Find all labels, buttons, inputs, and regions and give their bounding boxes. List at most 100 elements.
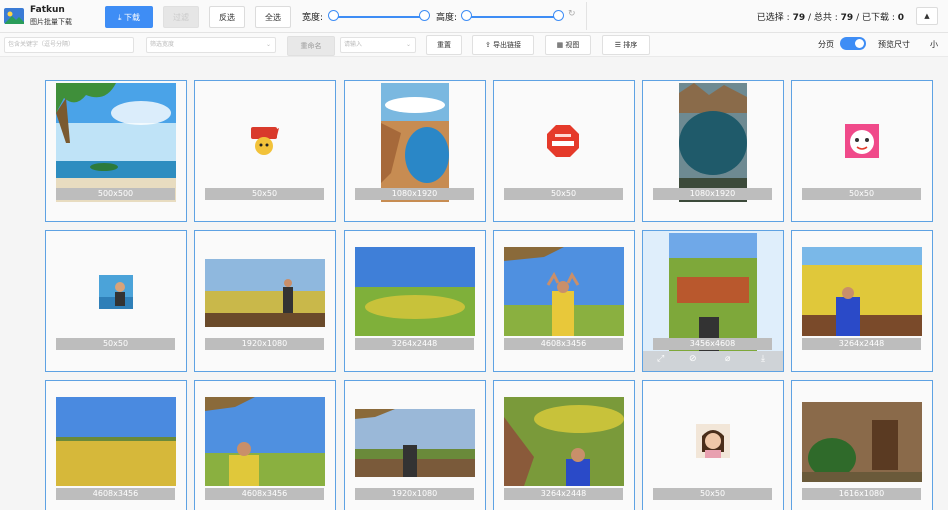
preview-size-value[interactable]: 小 — [930, 39, 938, 50]
height-slider-max-handle[interactable] — [553, 10, 564, 21]
download-icon[interactable]: ⤓ — [761, 354, 765, 364]
image-dimensions: 3264x2448 — [802, 338, 921, 350]
brick-house-image — [802, 402, 922, 482]
view-button[interactable]: ▦ 视图 — [545, 35, 591, 55]
image-card[interactable]: 50x50 — [194, 80, 336, 222]
sort-button[interactable]: ☰ 排序 — [602, 35, 650, 55]
image-card[interactable]: 500x500 — [45, 80, 187, 222]
image-dimensions: 50x50 — [205, 188, 324, 200]
image-card[interactable]: 1920x1080 — [344, 380, 486, 510]
width-slider-max-handle[interactable] — [419, 10, 430, 21]
refresh-icon[interactable]: ↻ — [568, 9, 576, 19]
image-card[interactable]: 1616x1080 — [791, 380, 933, 510]
beach-image — [56, 83, 176, 202]
size-filter-placeholder: 筛选宽度 — [150, 41, 175, 48]
image-card[interactable]: 1080x1920 — [344, 80, 486, 222]
image-card[interactable]: 50x50 — [642, 380, 784, 510]
selected-count: 79 — [792, 13, 806, 23]
chevron-up-icon: ▲ — [924, 12, 930, 20]
selected-label: 已选择 : — [756, 13, 790, 23]
image-dimensions: 1920x1080 — [205, 338, 324, 350]
crop-art-portrait-image — [669, 233, 757, 351]
image-card[interactable]: 3264x2448 — [493, 380, 635, 510]
image-dimensions: 4608x3456 — [56, 488, 175, 500]
image-dimensions: 4608x3456 — [205, 488, 324, 500]
filter-button[interactable]: 过滤 — [163, 6, 199, 28]
image-card[interactable]: 3264x2448 — [791, 230, 933, 372]
image-dimensions: 3264x2448 — [504, 488, 623, 500]
sort-icon: ☰ — [614, 41, 624, 49]
copy-link-icon[interactable]: ⌀ — [725, 354, 730, 364]
app-root: Fatkun 图片批量下载 ⤓ 下载 过滤 反选 全选 宽度: 高度: ↻ 已选… — [0, 0, 948, 510]
width-slider-min-handle[interactable] — [328, 10, 339, 21]
image-card[interactable]: 50x50 — [791, 80, 933, 222]
rename-placeholder: 请输入 — [344, 41, 363, 48]
size-filter-select[interactable]: 筛选宽度 ⌄ — [146, 37, 276, 53]
app-name: Fatkun — [30, 5, 65, 15]
pink-avatar-image — [845, 124, 879, 158]
reset-button[interactable]: 重置 — [426, 35, 462, 55]
image-dimensions: 4608x3456 — [504, 338, 623, 350]
field-blue-jacket-image — [802, 247, 922, 336]
image-card[interactable]: 50x50 — [493, 80, 635, 222]
selection-status: 已选择 : 79 / 总共 : 79 / 已下载 : 0 — [757, 10, 904, 23]
toolbar-divider — [586, 2, 587, 30]
image-dimensions: 3264x2448 — [355, 338, 474, 350]
rename-dropdown-icon: ⌄ — [405, 41, 411, 48]
crop-art-field-image — [355, 247, 475, 336]
paging-label: 分页 — [818, 40, 834, 49]
download-button[interactable]: ⤓ 下载 — [105, 6, 153, 28]
select-all-button[interactable]: 全选 — [255, 6, 291, 28]
image-card[interactable]: 3264x2448 — [344, 230, 486, 372]
image-card[interactable]: 50x50 — [45, 230, 187, 372]
red-badge-image — [546, 124, 580, 158]
export-label: 导出链接 — [493, 41, 522, 49]
paging-toggle[interactable] — [840, 37, 866, 50]
mountain-lake-image — [679, 83, 747, 202]
image-dimensions: 1920x1080 — [355, 488, 474, 500]
chevron-down-icon: ⌄ — [265, 41, 271, 48]
image-dimensions: 1080x1920 — [355, 188, 474, 200]
lake-portrait-image — [381, 83, 449, 202]
rename-input[interactable]: 请输入 ⌄ — [340, 37, 416, 53]
image-dimensions: 1616x1080 — [802, 488, 921, 500]
width-label: 宽度: — [302, 13, 324, 23]
keyword-filter-input[interactable]: 包含关键字（逗号分隔） — [4, 37, 134, 53]
width-slider-track[interactable] — [333, 16, 425, 18]
height-label: 高度: — [436, 13, 458, 23]
view-label: 视图 — [565, 41, 580, 49]
crop-art-selfie-image — [504, 397, 624, 486]
height-slider-track[interactable] — [466, 16, 559, 18]
image-dimensions: 3456x4608 — [653, 338, 772, 350]
railing-field-image — [355, 409, 475, 477]
downloaded-label: / 已下载 : — [856, 13, 895, 23]
total-label: / 总共 : — [807, 13, 838, 23]
image-dimensions: 50x50 — [56, 338, 175, 350]
height-slider-min-handle[interactable] — [461, 10, 472, 21]
image-dimensions: 50x50 — [802, 188, 921, 200]
girl-avatar-image — [696, 424, 730, 458]
sort-label: 排序 — [623, 41, 638, 49]
image-card-hovered[interactable]: 3456x4608 ⤢ ⊘ ⌀ ⤓ — [642, 230, 784, 372]
golden-field-image — [56, 397, 176, 486]
image-action-bar: ⤢ ⊘ ⌀ ⤓ — [643, 351, 783, 371]
link-icon[interactable]: ⊘ — [689, 354, 697, 364]
field-railing-image — [205, 259, 325, 327]
image-card[interactable]: 4608x3456 — [493, 230, 635, 372]
filter-bar: 包含关键字（逗号分隔） 筛选宽度 ⌄ 重命名 请输入 ⌄ 重置 ⇪ 导出链接 ▦… — [0, 33, 948, 57]
image-card[interactable]: 1080x1920 — [642, 80, 784, 222]
sticker-icon-image — [247, 124, 281, 158]
preview-size-label: 预览尺寸 — [878, 40, 910, 49]
image-card[interactable]: 1920x1080 — [194, 230, 336, 372]
invert-selection-button[interactable]: 反选 — [209, 6, 245, 28]
image-card[interactable]: 4608x3456 — [45, 380, 187, 510]
app-subtitle: 图片批量下载 — [30, 18, 72, 26]
export-links-button[interactable]: ⇪ 导出链接 — [472, 35, 534, 55]
export-icon: ⇪ — [484, 41, 494, 49]
expand-icon[interactable]: ⤢ — [657, 354, 664, 364]
image-dimensions: 50x50 — [504, 188, 623, 200]
image-card[interactable]: 4608x3456 — [194, 380, 336, 510]
image-dimensions: 500x500 — [56, 188, 175, 200]
collapse-button[interactable]: ▲ — [916, 7, 938, 25]
rename-button[interactable]: 重命名 — [287, 36, 335, 56]
